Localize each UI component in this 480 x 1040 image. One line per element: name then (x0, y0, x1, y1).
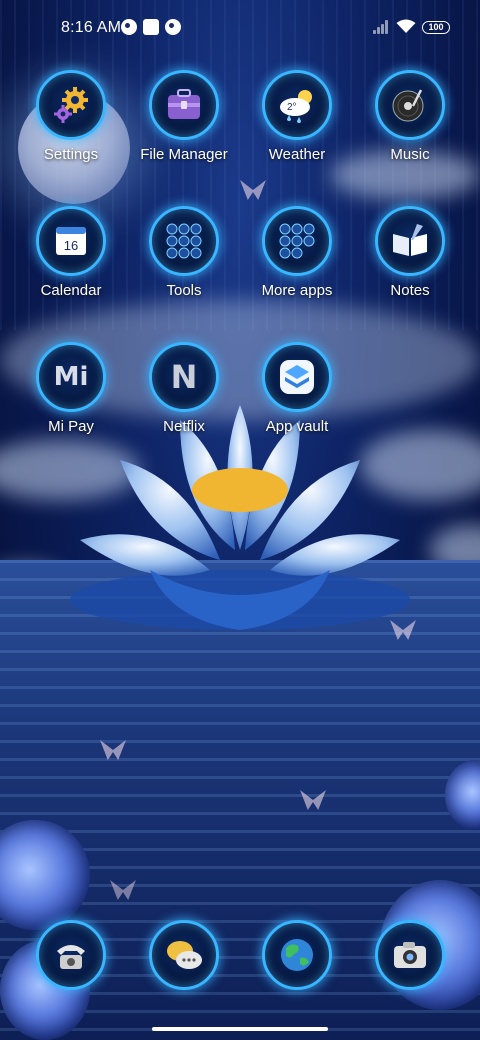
app-vault-icon[interactable] (262, 342, 332, 412)
app-label: App vault (265, 418, 329, 435)
dock-phone[interactable] (15, 920, 127, 1000)
camera-icon[interactable] (375, 920, 445, 990)
navigation-handle[interactable] (152, 1027, 328, 1031)
app-notes[interactable]: Notes (354, 206, 466, 326)
netflix-icon[interactable]: N (149, 342, 219, 412)
notification-square-icon (143, 19, 159, 35)
app-folder-more-apps[interactable]: More apps (241, 206, 353, 326)
app-label: Music (390, 146, 430, 163)
vinyl-record-icon[interactable] (375, 70, 445, 140)
app-file-manager[interactable]: File Manager (128, 70, 240, 190)
wifi-icon (396, 19, 416, 33)
status-bar: 8:16 AM 100 (0, 0, 480, 56)
app-app-vault[interactable]: App vault (241, 342, 353, 462)
weather-cloud-icon[interactable]: 2° (262, 70, 332, 140)
status-time: 8:16 AM (61, 19, 122, 36)
netflix-glyph: N (170, 358, 198, 396)
gear-icon[interactable] (36, 70, 106, 140)
app-label: Notes (390, 282, 430, 299)
briefcase-icon[interactable] (149, 70, 219, 140)
calendar-date: 16 (64, 238, 78, 253)
mi-pay-icon[interactable]: Mi (36, 342, 106, 412)
notification-pie-icon (121, 19, 137, 35)
notes-book-icon[interactable] (375, 206, 445, 276)
app-folder-tools[interactable]: Tools (128, 206, 240, 326)
battery-icon: 100 (422, 21, 450, 34)
app-calendar[interactable]: 16 Calendar (15, 206, 127, 326)
app-music[interactable]: Music (354, 70, 466, 190)
weather-temperature: 2° (287, 102, 297, 113)
telephone-icon[interactable] (36, 920, 106, 990)
app-mi-pay[interactable]: Mi Mi Pay (15, 342, 127, 462)
tools-folder-icon[interactable] (149, 206, 219, 276)
mi-pay-glyph: Mi (53, 362, 89, 392)
app-weather[interactable]: 2° Weather (241, 70, 353, 190)
dock-browser[interactable] (241, 920, 353, 1000)
calendar-icon[interactable]: 16 (36, 206, 106, 276)
dock-camera[interactable] (354, 920, 466, 1000)
more-apps-folder-icon[interactable] (262, 206, 332, 276)
chat-bubbles-icon[interactable] (149, 920, 219, 990)
signal-icon (373, 20, 391, 34)
dock-messages[interactable] (128, 920, 240, 1000)
app-netflix[interactable]: N Netflix (128, 342, 240, 462)
notification-pie-icon (165, 19, 181, 35)
globe-icon[interactable] (262, 920, 332, 990)
app-settings[interactable]: Settings (15, 70, 127, 190)
